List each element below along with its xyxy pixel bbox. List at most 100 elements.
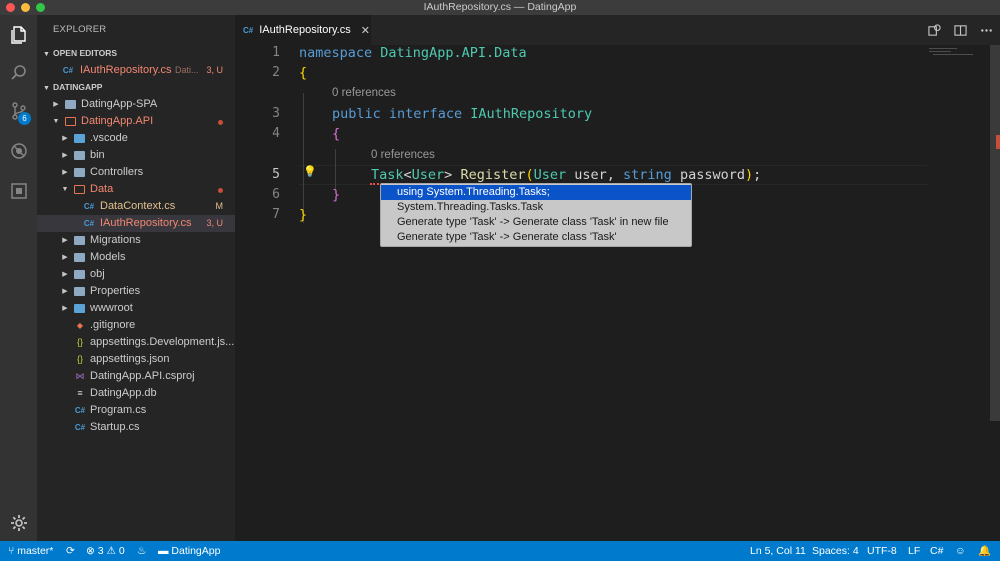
tree-item-vscode[interactable]: ▶ .vscode bbox=[37, 130, 235, 147]
tree-item-label: DatingApp.db bbox=[90, 387, 157, 399]
tree-item-datingapp-spa[interactable]: ▶ DatingApp-SPA bbox=[37, 96, 235, 113]
tree-item-label: bin bbox=[90, 149, 105, 161]
tree-item-program[interactable]: C# Program.cs bbox=[37, 402, 235, 419]
tree-item-datingapp-api[interactable]: ▼ DatingApp.API bbox=[37, 113, 235, 130]
tree-item-datacontext[interactable]: C# DataContext.cs M bbox=[37, 198, 235, 215]
code-line-5: Task<User> Register(User user, string pa… bbox=[371, 167, 761, 183]
tree-item-label: Models bbox=[90, 251, 126, 263]
tree-item-controllers[interactable]: ▶ Controllers bbox=[37, 164, 235, 181]
folder-open-icon bbox=[65, 117, 76, 126]
tree-item-label: .vscode bbox=[90, 132, 128, 144]
code-line-4: { bbox=[332, 126, 341, 142]
source-control-badge: 6 bbox=[18, 112, 31, 125]
csharp-file-icon: C# bbox=[74, 423, 86, 432]
parameter: password bbox=[671, 167, 745, 183]
chevron-right-icon: ▶ bbox=[62, 237, 68, 244]
extensions-icon[interactable] bbox=[0, 173, 37, 209]
error-marker bbox=[996, 135, 1000, 149]
chevron-right-icon: ▶ bbox=[62, 135, 68, 142]
tree-item-gitignore[interactable]: ◆ .gitignore bbox=[37, 317, 235, 334]
line-number: 4 bbox=[272, 126, 280, 141]
tree-item-models[interactable]: ▶ Models bbox=[37, 249, 235, 266]
debug-icon[interactable] bbox=[0, 133, 37, 169]
problems-indicator[interactable]: ⊗ 3 ⚠ 0 bbox=[86, 541, 125, 561]
split-editor-icon[interactable] bbox=[952, 22, 968, 38]
tree-item-label: wwwroot bbox=[90, 302, 133, 314]
keyword: string bbox=[623, 167, 672, 183]
type-name: User bbox=[411, 167, 445, 183]
window-title: IAuthRepository.cs — DatingApp bbox=[423, 1, 577, 13]
csharp-file-icon: C# bbox=[62, 66, 74, 75]
method-name: Register bbox=[460, 167, 526, 183]
more-actions-icon[interactable] bbox=[978, 22, 994, 38]
open-editors-section[interactable]: ▼ OPEN EDITORS bbox=[37, 45, 235, 62]
tree-item-startup[interactable]: C# Startup.cs bbox=[37, 419, 235, 436]
chevron-right-icon: ▶ bbox=[62, 169, 68, 176]
codelens-references[interactable]: 0 references bbox=[371, 149, 435, 161]
cursor-position[interactable]: Ln 5, Col 11 bbox=[750, 541, 806, 561]
encoding[interactable]: UTF-8 bbox=[867, 541, 897, 561]
indent-guide bbox=[303, 93, 304, 223]
json-file-icon: {} bbox=[76, 354, 83, 364]
quick-fix-item[interactable]: System.Threading.Tasks.Task bbox=[381, 200, 691, 215]
quick-fix-item[interactable]: Generate type 'Task' -> Generate class '… bbox=[381, 230, 691, 245]
chevron-down-icon: ▼ bbox=[61, 186, 69, 193]
open-editor-status: 3, U bbox=[206, 65, 223, 75]
language-mode[interactable]: C# bbox=[930, 541, 943, 561]
files-icon[interactable] bbox=[0, 17, 37, 53]
indentation[interactable]: Spaces: 4 bbox=[812, 541, 859, 561]
tree-item-label: DatingApp.API bbox=[81, 115, 154, 127]
minimap-line bbox=[929, 48, 957, 49]
open-changes-icon[interactable] bbox=[926, 22, 942, 38]
line-number: 3 bbox=[272, 106, 280, 121]
tree-item-data[interactable]: ▼ Data bbox=[37, 181, 235, 198]
code-editor[interactable]: 1 2 3 4 5 6 7 namespace DatingApp.API.Da… bbox=[235, 45, 1000, 541]
tree-item-wwwroot[interactable]: ▶ wwwroot bbox=[37, 300, 235, 317]
branch-indicator[interactable]: ⑂ master* bbox=[8, 541, 53, 561]
open-editor-item[interactable]: C# IAuthRepository.cs Dati... 3, U bbox=[37, 62, 235, 79]
tree-item-bin[interactable]: ▶ bin bbox=[37, 147, 235, 164]
line-number: 5 bbox=[272, 167, 280, 182]
flame-icon[interactable]: ♨ bbox=[137, 541, 146, 561]
tree-item-iauthrepository[interactable]: C# IAuthRepository.cs 3, U bbox=[37, 215, 235, 232]
git-file-icon: ◆ bbox=[76, 321, 84, 330]
quick-fix-item[interactable]: Generate type 'Task' -> Generate class '… bbox=[381, 215, 691, 230]
editor-scrollbar[interactable] bbox=[990, 45, 1000, 421]
tree-item-appsettings-dev[interactable]: {} appsettings.Development.js... bbox=[37, 334, 235, 351]
tree-item-properties[interactable]: ▶ Properties bbox=[37, 283, 235, 300]
chevron-right-icon: ▶ bbox=[62, 254, 68, 261]
branch-name: master* bbox=[17, 545, 54, 557]
source-control-icon[interactable]: 6 bbox=[0, 93, 37, 129]
sync-icon[interactable]: ⟳ bbox=[66, 541, 75, 561]
line-number: 1 bbox=[272, 45, 280, 60]
code-line-6: } bbox=[332, 187, 341, 203]
tree-item-csproj[interactable]: ⋈ DatingApp.API.csproj bbox=[37, 368, 235, 385]
tree-item-migrations[interactable]: ▶ Migrations bbox=[37, 232, 235, 249]
tree-item-label: DatingApp-SPA bbox=[81, 98, 158, 110]
tab-iauthrepository[interactable]: C# IAuthRepository.cs ✕ bbox=[235, 15, 371, 45]
git-branch-icon: ⑂ bbox=[8, 545, 18, 557]
gear-icon[interactable] bbox=[0, 505, 37, 541]
project-indicator[interactable]: ▬ DatingApp bbox=[158, 541, 220, 561]
tree-item-appsettings[interactable]: {} appsettings.json bbox=[37, 351, 235, 368]
codelens-references[interactable]: 0 references bbox=[332, 87, 396, 99]
folder-icon bbox=[74, 134, 85, 143]
close-icon[interactable]: ✕ bbox=[361, 24, 370, 37]
line-number: 2 bbox=[272, 65, 280, 80]
open-editors-label: OPEN EDITORS bbox=[53, 48, 118, 58]
tab-label: IAuthRepository.cs bbox=[259, 24, 351, 36]
feedback-icon[interactable]: ☺ bbox=[955, 541, 966, 561]
folder-icon: ▬ bbox=[158, 545, 172, 557]
lightbulb-icon[interactable]: 💡 bbox=[303, 165, 317, 178]
tree-item-db[interactable]: ≡ DatingApp.db bbox=[37, 385, 235, 402]
folder-open-icon bbox=[74, 185, 85, 194]
tree-item-label: appsettings.Development.js... bbox=[90, 336, 235, 348]
search-icon[interactable] bbox=[0, 55, 37, 91]
quick-fix-item[interactable]: using System.Threading.Tasks; bbox=[381, 185, 691, 200]
folder-icon bbox=[74, 236, 85, 245]
end-of-line[interactable]: LF bbox=[908, 541, 920, 561]
notifications-icon[interactable]: 🔔 bbox=[978, 541, 991, 561]
tree-item-obj[interactable]: ▶ obj bbox=[37, 266, 235, 283]
tree-item-label: .gitignore bbox=[90, 319, 136, 331]
workspace-section[interactable]: ▼ DATINGAPP bbox=[37, 79, 235, 96]
